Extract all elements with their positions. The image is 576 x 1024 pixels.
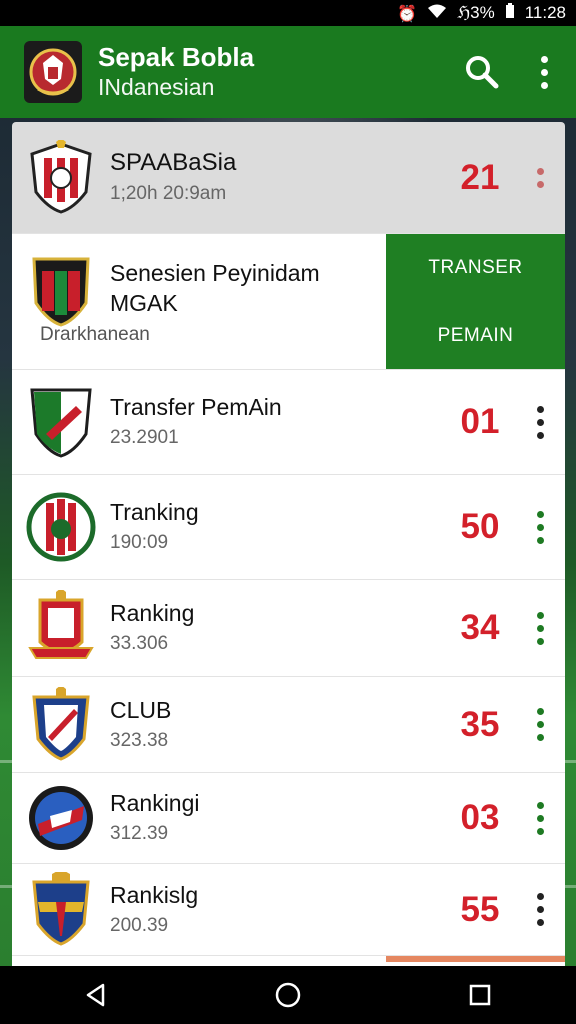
back-icon	[86, 983, 105, 1007]
club-meta: 190:09	[110, 532, 169, 553]
club-score: 03	[460, 798, 500, 837]
list-item[interactable]: SPAABaSia 1;20h 20:9am 21	[12, 122, 565, 234]
action-label-bottom: PEMAIN	[437, 325, 514, 346]
wifi-icon	[427, 3, 447, 23]
more-vert-icon	[536, 165, 544, 191]
club-name: CLUB	[110, 696, 172, 723]
club-crest	[29, 786, 93, 850]
club-crest	[32, 686, 90, 761]
club-region: Drarkhanean	[40, 324, 150, 345]
app-title: Sepak Bobla	[98, 42, 255, 72]
club-crest	[32, 871, 90, 946]
recents-icon	[469, 984, 491, 1006]
club-name: SPAABaSia	[110, 148, 237, 176]
club-crest	[28, 590, 94, 659]
home-button[interactable]	[258, 970, 318, 1020]
transfer-player-action[interactable]: TRANSER PEMAIN	[386, 234, 565, 369]
app-subtitle: INdanesian	[98, 74, 215, 100]
alarm-icon: ⏰	[397, 3, 418, 23]
home-icon	[275, 982, 301, 1008]
club-meta: 1;20h 20:9am	[110, 182, 227, 204]
action-label-top: TRANSER	[428, 257, 523, 278]
club-crest	[32, 257, 90, 327]
club-meta: 23.2901	[110, 427, 179, 448]
more-vert-icon	[536, 890, 544, 929]
club-name: Senesien Peyinidam	[110, 260, 320, 286]
item-menu-button[interactable]	[515, 397, 565, 447]
club-name: Transfer PemAin	[110, 394, 282, 420]
item-menu-button[interactable]	[515, 793, 565, 843]
club-list: SPAABaSia 1;20h 20:9am 21 Senesien Peyin…	[12, 122, 565, 970]
clock: 11:28	[524, 3, 566, 22]
club-crest	[30, 388, 92, 458]
club-score: 21	[460, 157, 500, 197]
search-icon	[466, 56, 499, 89]
item-menu-button[interactable]	[515, 502, 565, 552]
club-score: 35	[460, 704, 500, 744]
list-item[interactable]: Ranking 33.306 34	[12, 580, 565, 677]
club-name: Rankingi	[110, 790, 200, 816]
swipe-action-partial	[386, 956, 565, 962]
back-button[interactable]	[66, 970, 126, 1020]
status-bar: ⏰ ℌ3% 11:28	[0, 0, 576, 26]
list-item[interactable]: CLUB 323.38 35	[12, 677, 565, 773]
list-item[interactable]: Rankingi 312.39 03	[12, 773, 565, 864]
club-name: Ranking	[110, 600, 195, 626]
system-nav-bar	[0, 966, 576, 1024]
club-score: 01	[460, 402, 500, 441]
list-item-content: Senesien Peyinidam MGAK Drarkhanean	[12, 234, 386, 369]
club-meta: 33.306	[110, 633, 169, 654]
list-item-swiped[interactable]: Senesien Peyinidam MGAK Drarkhanean TRAN…	[12, 234, 565, 370]
battery-level: ℌ3%	[457, 3, 495, 22]
item-menu-button[interactable]	[515, 885, 565, 935]
club-score: 55	[460, 889, 500, 929]
club-name-line2: MGAK	[110, 290, 178, 316]
app-bar: Sepak Bobla INdanesian	[0, 26, 576, 118]
item-menu-button[interactable]	[515, 153, 565, 203]
list-item[interactable]: Transfer PemAin 23.2901 01	[12, 370, 565, 475]
club-meta: 323.38	[110, 729, 169, 751]
club-meta: 312.39	[110, 823, 169, 844]
more-vert-icon	[536, 609, 544, 648]
club-name: Rankislg	[110, 881, 199, 908]
club-meta: 200.39	[110, 914, 169, 936]
more-vert-icon	[536, 799, 544, 838]
list-item[interactable]: Tranking 190:09 50	[12, 475, 565, 580]
more-vert-icon	[540, 53, 548, 92]
app-logo	[24, 41, 82, 103]
club-crest	[26, 492, 96, 562]
recents-button[interactable]	[450, 970, 510, 1020]
overflow-menu-button[interactable]	[520, 48, 568, 96]
club-name: Tranking	[110, 499, 199, 525]
item-menu-button[interactable]	[515, 700, 565, 750]
item-menu-button[interactable]	[515, 603, 565, 653]
club-score: 50	[460, 507, 500, 546]
more-vert-icon	[536, 508, 544, 547]
search-button[interactable]	[458, 48, 506, 96]
more-vert-icon	[536, 705, 544, 744]
club-score: 34	[460, 608, 500, 647]
more-vert-icon	[536, 403, 544, 442]
battery-icon	[505, 3, 515, 23]
list-item[interactable]: Rankislg 200.39 55	[12, 864, 565, 956]
club-crest	[30, 139, 92, 214]
